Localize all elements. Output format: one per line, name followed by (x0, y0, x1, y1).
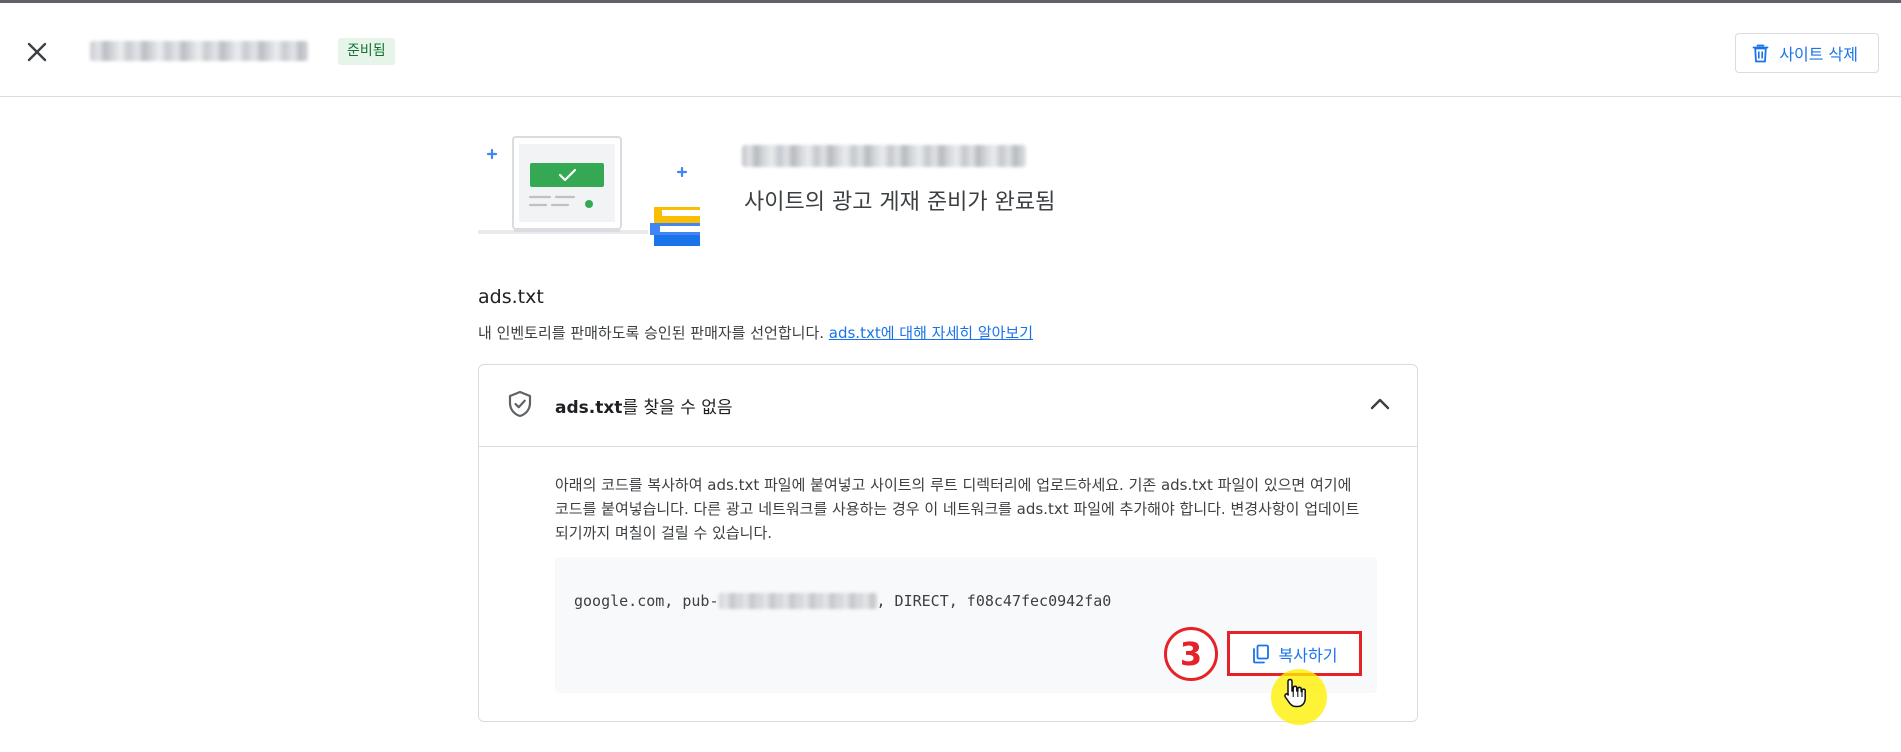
copy-icon (1252, 644, 1269, 663)
ads-txt-card-header[interactable]: ads.txt를 찾을 수 없음 (479, 365, 1417, 447)
publisher-id-redacted (718, 593, 877, 609)
code-suffix: , DIRECT, f08c47fec0942fa0 (876, 592, 1112, 610)
ads-txt-description-text: 내 인벤토리를 판매하도록 승인된 판매자를 선언합니다. (478, 324, 829, 342)
ads-txt-card-title: ads.txt를 찾을 수 없음 (555, 393, 733, 418)
close-button[interactable] (22, 37, 52, 67)
site-ready-illustration (478, 136, 700, 246)
hand-pointer-icon (1284, 678, 1306, 708)
code-prefix: google.com, pub- (574, 592, 719, 610)
site-domain-redacted (90, 41, 308, 61)
delete-site-label: 사이트 삭제 (1779, 45, 1858, 64)
ads-txt-card-title-bold: ads.txt (555, 398, 623, 418)
hero-domain-redacted (742, 145, 1026, 167)
chevron-up-icon[interactable] (1369, 393, 1391, 415)
ads-txt-description: 내 인벤토리를 판매하도록 승인된 판매자를 선언합니다. ads.txt에 대… (478, 322, 1033, 343)
step-number-annotation: 3 (1164, 627, 1218, 681)
status-badge: 준비됨 (338, 38, 395, 65)
hero-title: 사이트의 광고 게재 준비가 완료됨 (744, 190, 1056, 215)
ads-txt-code-line: google.com, pub- , DIRECT, f08c47fec0942f… (574, 592, 1111, 610)
ads-txt-instructions: 아래의 코드를 복사하여 ads.txt 파일에 붙여넣고 사이트의 루트 디렉… (555, 476, 1360, 542)
shield-check-icon (508, 390, 532, 418)
delete-site-button[interactable]: 사이트 삭제 (1735, 33, 1879, 73)
site-header: 준비됨 사이트 삭제 (0, 3, 1901, 97)
learn-more-link[interactable]: ads.txt에 대해 자세히 알아보기 (829, 324, 1033, 342)
trash-icon (1752, 44, 1769, 62)
ads-txt-section-title: ads.txt (478, 286, 544, 308)
copy-button-label: 복사하기 (1278, 645, 1338, 665)
ads-txt-card-title-rest: 를 찾을 수 없음 (622, 398, 733, 418)
close-icon (27, 42, 47, 62)
